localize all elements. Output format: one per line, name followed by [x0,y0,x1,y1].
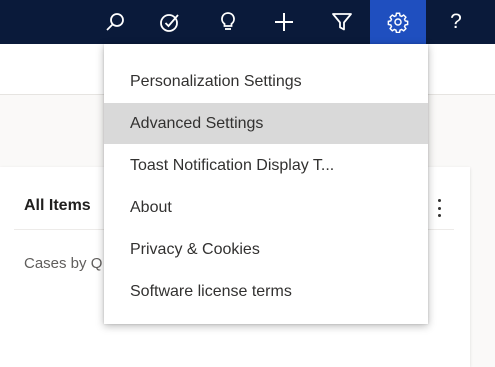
settings-menu: Personalization Settings Advanced Settin… [104,44,428,324]
dot [437,214,441,217]
plus-icon [273,11,295,33]
top-nav-bar: ? [0,0,495,44]
dot [437,199,441,202]
search-button[interactable] [93,0,137,44]
task-check-icon [158,10,182,34]
card-title: All Items [24,197,91,214]
assistant-button[interactable] [206,0,250,44]
search-icon [104,11,126,33]
menu-item-about[interactable]: About [104,187,428,228]
more-vertical-icon[interactable] [432,196,446,220]
menu-item-software-license-terms[interactable]: Software license terms [104,271,428,312]
menu-item-advanced-settings[interactable]: Advanced Settings [104,103,428,144]
settings-button[interactable] [370,0,426,44]
menu-item-toast-notification-display[interactable]: Toast Notification Display T... [104,145,428,186]
new-record-button[interactable] [262,0,306,44]
menu-item-privacy-cookies[interactable]: Privacy & Cookies [104,229,428,270]
card-subtitle: Cases by Q [24,255,103,272]
tasks-button[interactable] [148,0,192,44]
lightbulb-icon [217,10,239,34]
advanced-find-button[interactable] [320,0,364,44]
help-button[interactable]: ? [434,0,478,44]
help-icon: ? [450,10,462,33]
gear-icon [387,11,409,33]
menu-item-personalization-settings[interactable]: Personalization Settings [104,61,428,102]
dot [437,206,441,210]
filter-icon [331,11,353,33]
